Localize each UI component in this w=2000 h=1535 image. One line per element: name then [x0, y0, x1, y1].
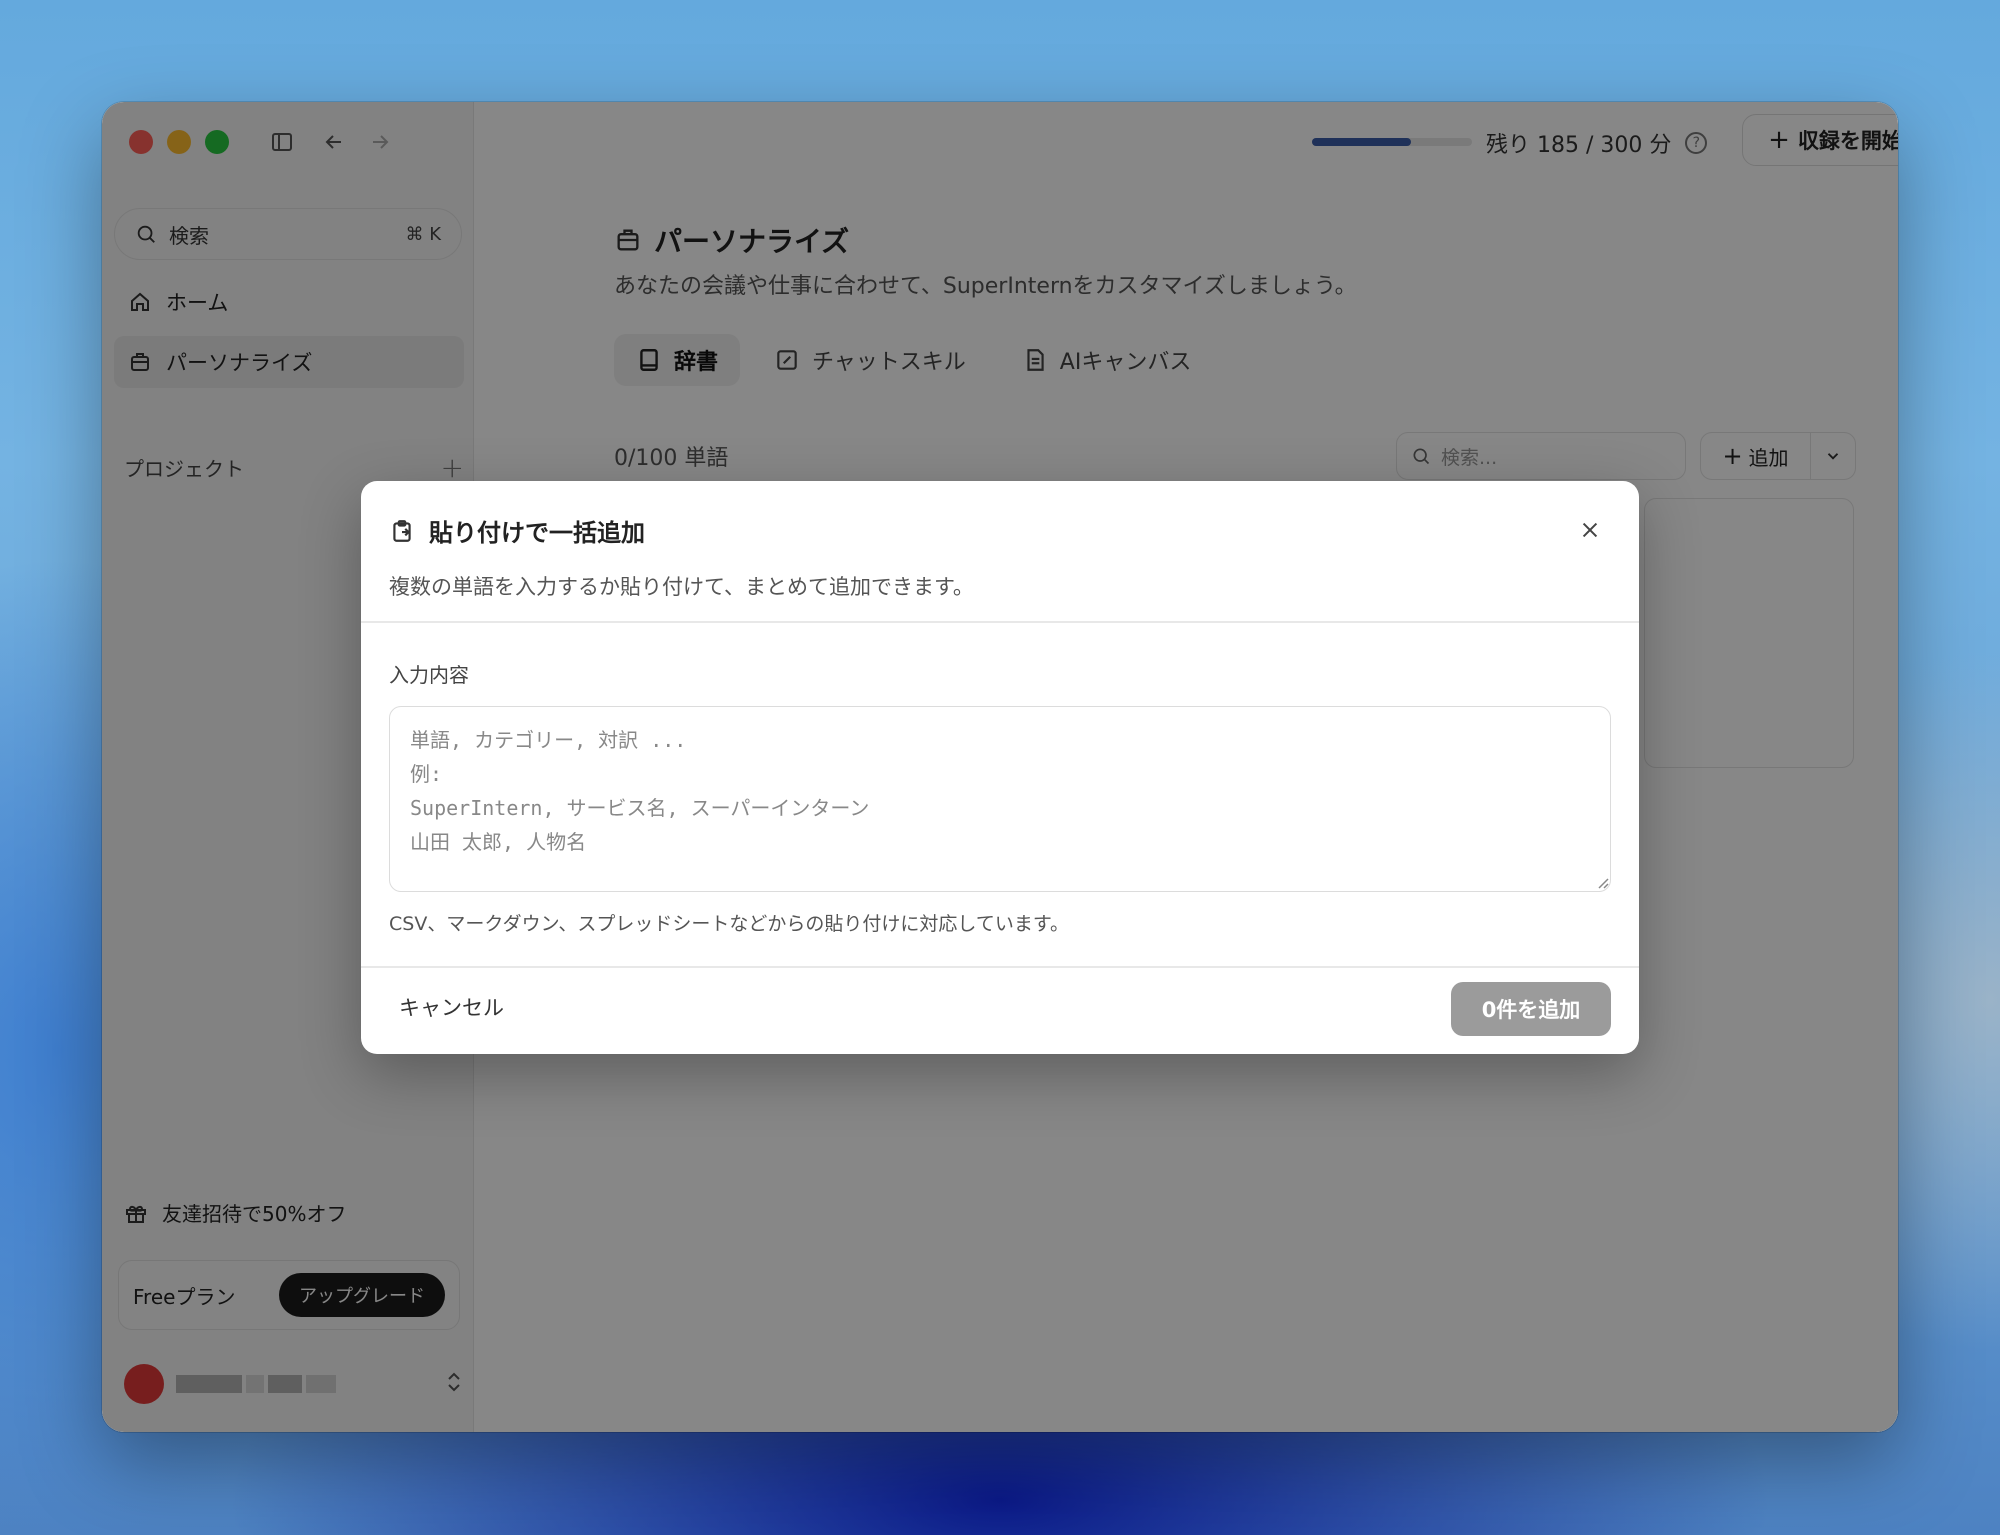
clipboard-icon — [393, 519, 411, 542]
paste-format-hint: CSV、マークダウン、スプレッドシートなどからの貼り付けに対応しています。 — [389, 913, 1069, 935]
bulk-add-dialog: 貼り付けで一括追加 複数の単語を入力するか貼り付けて、まとめて追加できます。 入… — [361, 481, 1639, 1054]
dialog-title: 貼り付けで一括追加 — [389, 513, 645, 548]
close-icon[interactable] — [1575, 515, 1605, 545]
divider — [361, 966, 1639, 968]
cancel-button[interactable]: キャンセル — [399, 992, 504, 1022]
divider — [361, 621, 1639, 623]
dialog-title-text: 貼り付けで一括追加 — [429, 519, 645, 547]
dialog-description: 複数の単語を入力するか貼り付けて、まとめて追加できます。 — [389, 575, 974, 599]
bulk-input-textarea[interactable]: 単語, カテゴリー, 対訳 ... 例: SuperIntern, サービス名,… — [389, 706, 1611, 892]
submit-add-button[interactable]: 0件を追加 — [1451, 982, 1611, 1036]
resize-handle-icon[interactable] — [1597, 877, 1609, 889]
field-label: 入力内容 — [389, 663, 469, 687]
